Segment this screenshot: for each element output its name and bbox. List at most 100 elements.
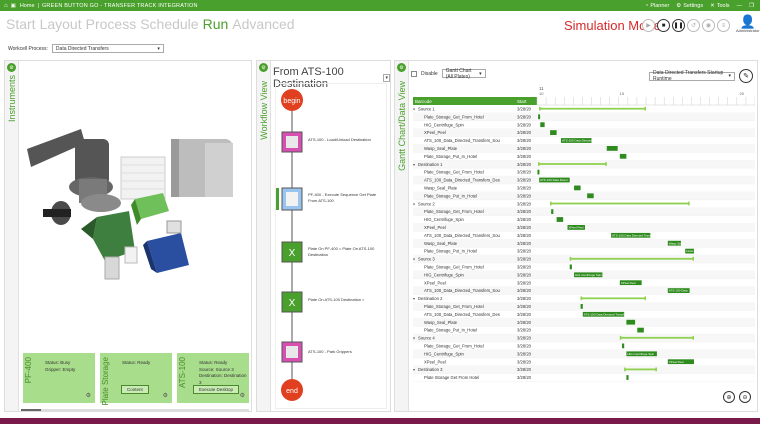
- instrument-card-plate-storage[interactable]: Plate Storage Status: Ready Content ⚙: [100, 353, 172, 405]
- execute-desktop-button[interactable]: Execute Desktop: [193, 385, 240, 394]
- gantt-row-label[interactable]: Source 3: [418, 257, 435, 262]
- plate-hotel[interactable]: [120, 156, 166, 200]
- gantt-row-label[interactable]: Plate_Storage_Get_From_Hotel: [424, 265, 484, 270]
- gantt-row-label[interactable]: Destination 2: [418, 296, 443, 301]
- gantt-row-label[interactable]: Plate_Storage_Put_In_Hotel: [424, 249, 477, 254]
- gantt-task-bar[interactable]: [626, 319, 636, 325]
- gantt-task-bar[interactable]: [622, 343, 625, 349]
- gantt-task-bar[interactable]: [550, 130, 557, 135]
- gear-icon[interactable]: ⚙: [397, 63, 406, 72]
- gantt-row-label[interactable]: ATS_100_Data_Directed_Transfers_Sou: [424, 288, 501, 293]
- gantt-summary-bar[interactable]: [539, 107, 646, 110]
- expand-icon[interactable]: ▾: [413, 367, 415, 372]
- gantt-row-label[interactable]: Wasp_Seal_Plate: [424, 320, 458, 325]
- tools-button[interactable]: ✕ Tools: [710, 3, 729, 9]
- nav-schedule[interactable]: Schedule: [140, 16, 198, 32]
- nav-process[interactable]: Process: [86, 16, 137, 32]
- user-menu[interactable]: 👤 Administrator: [736, 15, 760, 33]
- workcell-process-select[interactable]: Data Directed Transfers ▾: [51, 44, 164, 53]
- gantt-task-bar[interactable]: [587, 193, 594, 199]
- gantt-row-label[interactable]: Plate_Storage_Get_From_Hotel: [424, 304, 484, 309]
- instrument-3d-view[interactable]: [21, 109, 251, 339]
- expand-icon[interactable]: ▾: [413, 162, 415, 167]
- gantt-row-label[interactable]: Plate Storage Get From Hotel: [424, 375, 479, 380]
- gantt-summary-bar[interactable]: [624, 368, 657, 371]
- gantt-row-label[interactable]: XPeel_Peel: [424, 130, 446, 135]
- settings-icon[interactable]: ⚙: [86, 392, 91, 399]
- reset-icon[interactable]: ↺: [687, 19, 700, 32]
- gantt-task-bar[interactable]: [626, 375, 629, 380]
- expand-icon[interactable]: ▾: [413, 201, 415, 206]
- gantt-row-label[interactable]: ATS_100_Data_Directed_Transfers_Sou: [424, 233, 501, 238]
- gear-icon[interactable]: ⚙: [7, 63, 16, 72]
- gantt-summary-bar[interactable]: [550, 202, 690, 205]
- nav-start[interactable]: Start: [6, 16, 36, 32]
- wasp-sealer[interactable]: [143, 220, 189, 273]
- gantt-row-label[interactable]: XPeel_Peel: [424, 280, 446, 285]
- pause-icon[interactable]: ❚❚: [672, 19, 685, 32]
- restore-icon[interactable]: ❐: [749, 3, 754, 9]
- minimize-icon[interactable]: —: [737, 3, 743, 9]
- gantt-row-label[interactable]: Wasp_Seal_Plate: [424, 146, 458, 151]
- instrument-card-pf400[interactable]: PF-400 Status: Busy Gripper: Empty ⚙: [23, 353, 95, 403]
- runtime-select[interactable]: Data Directed Transfers Startup Runtime ▾: [649, 70, 735, 82]
- gantt-row-label[interactable]: Plate_Storage_Get_From_Hotel: [424, 170, 484, 175]
- gantt-task-bar[interactable]: [606, 146, 618, 151]
- gantt-task-bar[interactable]: [569, 264, 572, 270]
- play-icon[interactable]: ▶: [642, 19, 655, 32]
- save-icon[interactable]: ▣: [11, 3, 16, 9]
- pf400-robot[interactable]: [27, 129, 121, 225]
- gantt-task-bar[interactable]: [619, 153, 627, 159]
- edit-icon[interactable]: ✎: [739, 69, 753, 83]
- gantt-row-label[interactable]: Wasp_Seal_Plate: [424, 241, 458, 246]
- gantt-row-label[interactable]: HIG_Centrifuge_Spin: [424, 272, 464, 277]
- gantt-row-label[interactable]: Destination 1: [418, 162, 443, 167]
- gantt-row-label[interactable]: HIG_Centrifuge_Spin: [424, 122, 464, 127]
- gantt-task-bar[interactable]: [538, 114, 541, 120]
- expand-icon[interactable]: ▾: [413, 296, 415, 301]
- gantt-task-bar[interactable]: [637, 327, 644, 333]
- chart-type-select[interactable]: Gantt Chart (All Plates) ▾: [441, 68, 486, 80]
- centrifuge[interactable]: [171, 139, 233, 197]
- gantt-task-bar[interactable]: [556, 217, 564, 222]
- gantt-row-label[interactable]: Destination 3: [418, 367, 443, 372]
- gear-icon[interactable]: ⚙: [259, 63, 268, 72]
- gantt-summary-bar[interactable]: [538, 163, 607, 165]
- home-link[interactable]: Home: [20, 3, 35, 9]
- gantt-row-label[interactable]: Plate_Storage_Put_In_Hotel: [424, 328, 477, 333]
- ats100-device[interactable]: [81, 211, 138, 280]
- gantt-row-label[interactable]: Source 4: [418, 336, 435, 341]
- gantt-row-label[interactable]: HIG_Centrifuge_Spin: [424, 351, 464, 356]
- instrument-card-ats100[interactable]: ATS-100 Status: Ready Source: Source 3 De…: [177, 353, 249, 403]
- gantt-task-bar[interactable]: [580, 304, 583, 309]
- gantt-row-label[interactable]: Plate_Storage_Get_From_Hotel: [424, 209, 484, 214]
- log-icon[interactable]: ≡: [717, 19, 730, 32]
- gantt-row-label[interactable]: ATS_100_Data_Directed_Transfers_Sou: [424, 138, 501, 143]
- content-button[interactable]: Content: [121, 385, 149, 394]
- nav-layout[interactable]: Layout: [40, 16, 82, 32]
- gantt-row-label[interactable]: Source 2: [418, 201, 435, 206]
- gantt-row-label[interactable]: ATS_100_Data_Directed_Transfers_Des: [424, 312, 500, 317]
- gantt-row-label[interactable]: Wasp_Seal_Plate: [424, 186, 458, 191]
- gantt-row-label[interactable]: Plate_Storage_Get_From_Hotel: [424, 344, 484, 349]
- expand-icon[interactable]: ▾: [413, 257, 415, 262]
- zoom-in-icon[interactable]: ⊕: [723, 391, 735, 403]
- disable-checkbox[interactable]: [411, 70, 417, 77]
- gantt-summary-bar[interactable]: [569, 257, 694, 260]
- stop-icon[interactable]: ■: [657, 19, 670, 32]
- gantt-row-label[interactable]: Plate_Storage_Put_In_Hotel: [424, 193, 477, 198]
- gantt-row-label[interactable]: HIG_Centrifuge_Spin: [424, 217, 464, 222]
- gantt-row-label[interactable]: XPeel_Peel: [424, 225, 446, 230]
- view-icon[interactable]: ◉: [702, 19, 715, 32]
- gantt-row-label[interactable]: ATS_100_Data_Directed_Transfers_Des: [424, 178, 500, 183]
- planner-button[interactable]: ◔ Planner: [645, 3, 669, 9]
- settings-icon[interactable]: ⚙: [240, 392, 245, 399]
- settings-icon[interactable]: ⚙: [163, 392, 168, 399]
- nav-run[interactable]: Run: [203, 16, 229, 32]
- gantt-task-bar[interactable]: [551, 209, 554, 214]
- gantt-task-bar[interactable]: [574, 185, 581, 191]
- horizontal-scrollbar[interactable]: [21, 409, 249, 411]
- zoom-out-icon[interactable]: ⊖: [739, 391, 751, 403]
- nav-advanced[interactable]: Advanced: [232, 16, 294, 32]
- expand-icon[interactable]: ▾: [413, 336, 415, 341]
